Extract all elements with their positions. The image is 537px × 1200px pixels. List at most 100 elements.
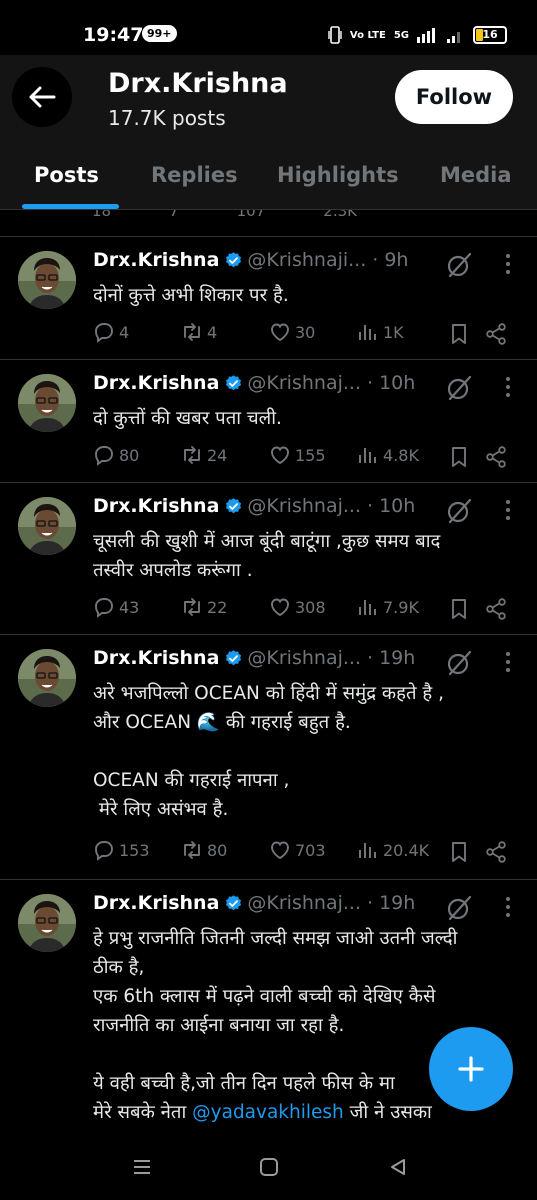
tweet-text-segment: मेरे सबके नेता <box>93 1102 193 1123</box>
tweet-handle[interactable]: @Krishnaj... <box>247 372 361 394</box>
reply-button[interactable]: 80 <box>92 443 139 467</box>
share-icon[interactable] <box>484 840 508 864</box>
heart-icon <box>268 595 292 619</box>
tweet-author-name[interactable]: Drx.Krishna <box>93 647 219 669</box>
peek-views: 2.3K <box>323 210 357 220</box>
like-button[interactable]: 703 <box>268 838 326 862</box>
reply-count: 80 <box>119 445 140 465</box>
like-count: 308 <box>295 597 326 617</box>
views-button[interactable]: 20.4K <box>356 838 429 862</box>
tweet[interactable]: Drx.Krishna @Krishnaj... · 10h चूसली की … <box>0 483 537 635</box>
profile-name: Drx.Krishna <box>108 68 288 99</box>
views-icon <box>356 838 380 862</box>
home-icon[interactable] <box>259 1157 279 1177</box>
tweet-text-line: हे प्रभु राजनीति जितनी जल्दी समझ जाओ उतन… <box>93 928 458 949</box>
bookmark-icon[interactable] <box>447 445 471 469</box>
tweet[interactable]: Drx.Krishna @Krishnaji... · 9h दोनों कुत… <box>0 237 537 360</box>
mention-link[interactable]: @yadavakhilesh <box>192 1102 344 1123</box>
more-options-icon[interactable] <box>500 376 516 398</box>
views-icon <box>356 320 380 344</box>
reply-count: 4 <box>119 322 130 342</box>
arrow-left-icon <box>29 86 56 108</box>
repost-button[interactable]: 4 <box>180 320 217 344</box>
reply-button[interactable]: 4 <box>92 320 129 344</box>
tab-posts[interactable]: Posts <box>34 163 99 187</box>
follow-button[interactable]: Follow <box>395 70 513 124</box>
reply-button[interactable]: 43 <box>92 595 139 619</box>
tweet-handle[interactable]: @Krishnaji... <box>247 249 366 271</box>
repost-icon <box>180 838 204 862</box>
bookmark-icon[interactable] <box>447 322 471 346</box>
avatar[interactable] <box>18 497 76 555</box>
recents-icon[interactable] <box>132 1157 152 1177</box>
tweet-time: · 19h <box>366 647 416 669</box>
more-options-icon[interactable] <box>500 651 516 673</box>
like-button[interactable]: 308 <box>268 595 326 619</box>
views-button[interactable]: 1K <box>356 320 404 344</box>
repost-button[interactable]: 24 <box>180 443 227 467</box>
status-bar: 19:47 99+ Vo LTE 5G 16 <box>0 0 537 55</box>
repost-button[interactable]: 22 <box>180 595 227 619</box>
like-button[interactable]: 155 <box>268 443 326 467</box>
status-icons: Vo LTE 5G 16 <box>328 26 507 44</box>
tweet-time: · 9h <box>372 249 409 271</box>
verified-badge-icon <box>224 251 243 270</box>
tweet-text-line: एक 6th क्लास में पढ़ने वाली बच्ची को देख… <box>93 986 436 1007</box>
reply-button[interactable]: 153 <box>92 838 150 862</box>
back-button[interactable] <box>12 67 72 127</box>
tweet-text: दो कुत्तों की खबर पता चली. <box>93 408 282 429</box>
share-icon[interactable] <box>484 322 508 346</box>
avatar[interactable] <box>18 894 76 952</box>
plus-icon <box>458 1056 484 1082</box>
tweet-time: · 19h <box>366 892 416 914</box>
like-count: 703 <box>295 840 326 860</box>
more-options-icon[interactable] <box>500 499 516 521</box>
battery-icon: 16 <box>473 26 507 44</box>
share-icon[interactable] <box>484 597 508 621</box>
tweet[interactable]: Drx.Krishna @Krishnaj... · 10h दो कुत्तो… <box>0 360 537 483</box>
back-nav-icon[interactable] <box>388 1157 408 1177</box>
bookmark-icon[interactable] <box>447 597 471 621</box>
peek-reposts: 7 <box>169 210 179 220</box>
repost-icon <box>180 595 204 619</box>
tweet-handle[interactable]: @Krishnaj... <box>247 495 361 517</box>
bookmark-icon[interactable] <box>447 840 471 864</box>
repost-icon <box>180 320 204 344</box>
avatar[interactable] <box>18 649 76 707</box>
tab-media[interactable]: Media <box>440 163 512 187</box>
views-icon <box>356 443 380 467</box>
network-label: Vo LTE <box>349 29 386 41</box>
grok-icon[interactable] <box>445 649 473 677</box>
reply-count: 153 <box>119 840 150 860</box>
heart-icon <box>268 838 292 862</box>
grok-icon[interactable] <box>445 374 473 402</box>
tab-highlights[interactable]: Highlights <box>277 163 399 187</box>
grok-icon[interactable] <box>445 251 473 279</box>
like-button[interactable]: 30 <box>268 320 315 344</box>
more-options-icon[interactable] <box>500 253 516 275</box>
repost-button[interactable]: 80 <box>180 838 227 862</box>
peek-replies: 18 <box>92 210 112 220</box>
tweet-author-name[interactable]: Drx.Krishna <box>93 249 219 271</box>
tweet-author-name[interactable]: Drx.Krishna <box>93 892 219 914</box>
tweet[interactable]: Drx.Krishna @Krishnaj... · 19h अरे भजपिल… <box>0 635 537 880</box>
tweet-author-name[interactable]: Drx.Krishna <box>93 495 219 517</box>
tweet-handle[interactable]: @Krishnaj... <box>247 892 361 914</box>
tweet-handle[interactable]: @Krishnaj... <box>247 647 361 669</box>
share-icon[interactable] <box>484 445 508 469</box>
reply-count: 43 <box>119 597 140 617</box>
compose-button[interactable] <box>429 1027 513 1111</box>
grok-icon[interactable] <box>445 894 473 922</box>
tweet-author-name[interactable]: Drx.Krishna <box>93 372 219 394</box>
avatar[interactable] <box>18 374 76 432</box>
grok-icon[interactable] <box>445 497 473 525</box>
views-count: 1K <box>383 322 404 342</box>
views-icon <box>356 595 380 619</box>
like-count: 30 <box>295 322 316 342</box>
views-button[interactable]: 7.9K <box>356 595 419 619</box>
tab-replies[interactable]: Replies <box>151 163 238 187</box>
tweet-text: अरे भजपिल्लो OCEAN को हिंदी में समुंद्र … <box>93 683 444 820</box>
avatar[interactable] <box>18 251 76 309</box>
more-options-icon[interactable] <box>500 896 516 918</box>
views-button[interactable]: 4.8K <box>356 443 419 467</box>
